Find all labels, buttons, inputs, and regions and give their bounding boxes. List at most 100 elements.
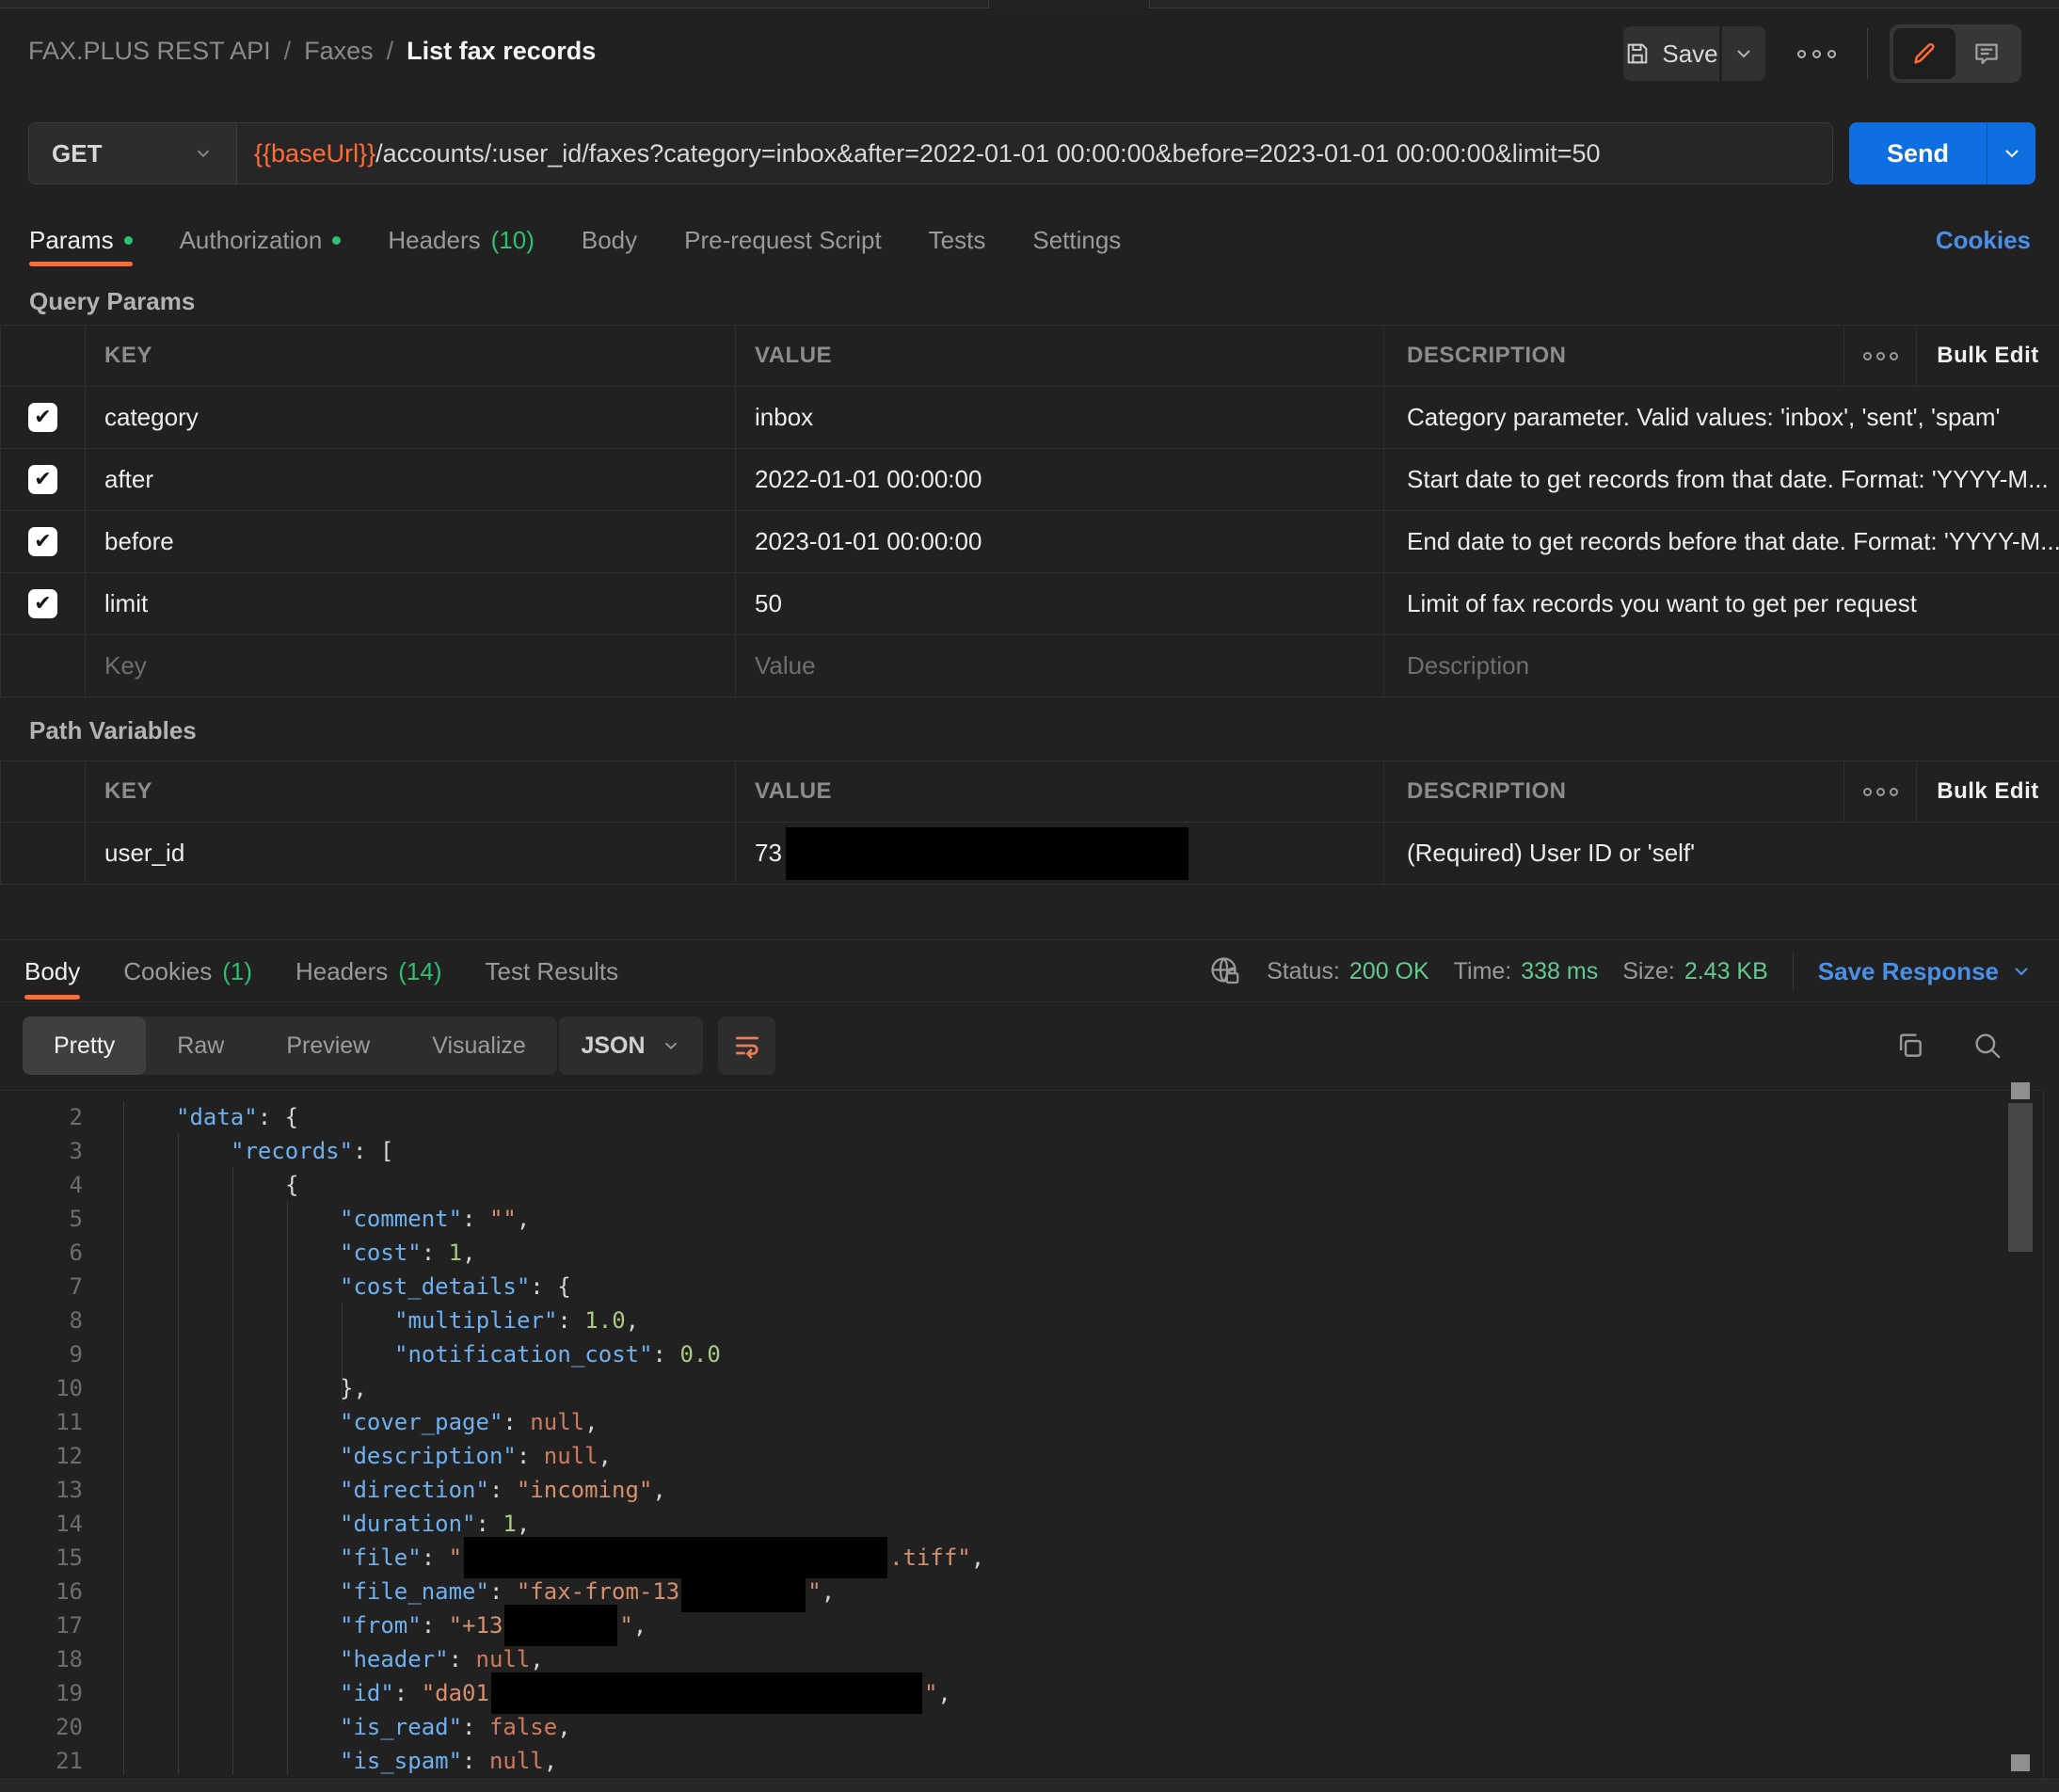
comments-button[interactable] bbox=[1955, 28, 2018, 79]
response-tab-test-results[interactable]: Test Results bbox=[486, 940, 619, 1002]
param-value-cell[interactable]: inbox bbox=[736, 387, 1384, 448]
breadcrumb-folder[interactable]: Faxes bbox=[304, 37, 374, 66]
tab-label: Tests bbox=[929, 226, 986, 255]
json-punctuation: , bbox=[971, 1544, 984, 1571]
send-button[interactable]: Send bbox=[1849, 122, 1987, 184]
code-line: 5"comment": "", bbox=[0, 1202, 2042, 1236]
tab-settings[interactable]: Settings bbox=[1032, 211, 1121, 269]
line-content: "direction": "incoming", bbox=[121, 1477, 666, 1503]
pathvar-key-cell[interactable]: user_id bbox=[86, 823, 736, 884]
json-keyword: false bbox=[489, 1714, 557, 1740]
row-check-cell bbox=[1, 635, 86, 696]
redaction-box bbox=[504, 1605, 617, 1646]
size-label: Size: bbox=[1622, 958, 1675, 985]
cookies-link[interactable]: Cookies bbox=[1936, 211, 2031, 269]
tab-body[interactable]: Body bbox=[582, 211, 637, 269]
query-params-header-row: KEY VALUE DESCRIPTION Bulk Edit bbox=[0, 326, 2059, 387]
wrap-text-button[interactable] bbox=[718, 1016, 775, 1075]
bulk-edit-button[interactable]: Bulk Edit bbox=[1917, 761, 2059, 822]
param-value-cell[interactable]: Value bbox=[736, 635, 1384, 696]
line-content: "cost": 1, bbox=[121, 1240, 476, 1266]
size-pair: Size: 2.43 KB bbox=[1622, 958, 1768, 985]
edit-mode-button[interactable] bbox=[1893, 28, 1955, 79]
param-checkbox[interactable]: ✔ bbox=[28, 527, 57, 556]
json-punctuation: , bbox=[599, 1443, 612, 1469]
more-actions-button[interactable] bbox=[1786, 38, 1846, 70]
save-options-button[interactable] bbox=[1722, 26, 1765, 81]
method-select[interactable]: GET bbox=[29, 123, 237, 184]
time-value[interactable]: 338 ms bbox=[1521, 958, 1598, 985]
json-key: "id" bbox=[340, 1680, 394, 1706]
url-input[interactable]: {{baseUrl}}/accounts/:user_id/faxes?cate… bbox=[237, 123, 1832, 184]
save-button[interactable]: Save bbox=[1623, 26, 1719, 81]
json-string: " bbox=[807, 1578, 821, 1605]
mode-toggle-group bbox=[1890, 24, 2021, 83]
save-icon bbox=[1624, 40, 1651, 67]
pathvar-description-cell[interactable]: (Required) User ID or 'self' bbox=[1384, 823, 2059, 884]
param-value-cell[interactable]: 50 bbox=[736, 573, 1384, 634]
breadcrumb-collection[interactable]: FAX.PLUS REST API bbox=[28, 37, 271, 66]
code-line: 18"header": null, bbox=[0, 1642, 2042, 1676]
scroll-marker-top[interactable] bbox=[2011, 1082, 2030, 1099]
param-description-cell[interactable]: End date to get records before that date… bbox=[1384, 511, 2059, 572]
search-icon bbox=[1971, 1030, 2003, 1062]
time-label: Time: bbox=[1454, 958, 1512, 985]
tab-count: (14) bbox=[398, 957, 441, 986]
response-tab-cookies[interactable]: Cookies(1) bbox=[123, 940, 252, 1002]
code-line: 14"duration": 1, bbox=[0, 1507, 2042, 1541]
response-meta: Status: 200 OK Time: 338 ms Size: 2.43 K… bbox=[1208, 940, 2033, 1002]
send-options-button[interactable] bbox=[1987, 122, 2035, 184]
tab-pre-request-script[interactable]: Pre-request Script bbox=[684, 211, 882, 269]
tab-params[interactable]: Params bbox=[29, 211, 133, 269]
param-description-cell[interactable]: Limit of fax records you want to get per… bbox=[1384, 573, 2059, 634]
param-key-cell[interactable]: Key bbox=[86, 635, 736, 696]
scroll-marker-bottom[interactable] bbox=[2011, 1754, 2030, 1771]
indent-guide bbox=[178, 1133, 179, 1775]
param-value-cell[interactable]: 2022-01-01 00:00:00 bbox=[736, 449, 1384, 510]
response-tab-headers[interactable]: Headers(14) bbox=[295, 940, 442, 1002]
view-tab-preview[interactable]: Preview bbox=[255, 1016, 401, 1075]
param-checkbox[interactable]: ✔ bbox=[28, 403, 57, 432]
row-check-cell: ✔ bbox=[1, 573, 86, 634]
json-punctuation: { bbox=[285, 1172, 298, 1198]
param-checkbox[interactable]: ✔ bbox=[28, 589, 57, 618]
param-description-cell[interactable]: Description bbox=[1384, 635, 2059, 696]
view-tab-visualize[interactable]: Visualize bbox=[401, 1016, 557, 1075]
json-punctuation: , bbox=[652, 1477, 665, 1503]
param-key-cell[interactable]: limit bbox=[86, 573, 736, 634]
json-punctuation: }, bbox=[340, 1375, 367, 1401]
tab-tests[interactable]: Tests bbox=[929, 211, 986, 269]
horizontal-scrollbar-track[interactable] bbox=[0, 1779, 2059, 1792]
response-format-select[interactable]: JSON bbox=[559, 1016, 703, 1075]
param-key-cell[interactable]: category bbox=[86, 387, 736, 448]
view-tab-raw[interactable]: Raw bbox=[146, 1016, 255, 1075]
save-response-button[interactable]: Save Response bbox=[1818, 957, 2033, 986]
tab-authorization[interactable]: Authorization bbox=[180, 211, 342, 269]
row-check-cell: ✔ bbox=[1, 511, 86, 572]
json-string: " bbox=[619, 1612, 632, 1639]
json-string: "+13 bbox=[449, 1612, 503, 1639]
copy-response-button[interactable] bbox=[1890, 1025, 1931, 1066]
globe-lock-icon[interactable] bbox=[1208, 954, 1242, 988]
param-key-cell[interactable]: after bbox=[86, 449, 736, 510]
response-tab-body[interactable]: Body bbox=[24, 940, 80, 1002]
status-value[interactable]: 200 OK bbox=[1349, 958, 1429, 985]
code-line: 19"id": "da01", bbox=[0, 1676, 2042, 1710]
vertical-scrollbar-thumb[interactable] bbox=[2008, 1103, 2033, 1252]
bulk-edit-button[interactable]: Bulk Edit bbox=[1917, 326, 2059, 386]
size-value[interactable]: 2.43 KB bbox=[1684, 958, 1768, 985]
param-checkbox[interactable]: ✔ bbox=[28, 465, 57, 494]
param-value-cell[interactable]: 2023-01-01 00:00:00 bbox=[736, 511, 1384, 572]
line-content: }, bbox=[121, 1375, 367, 1401]
view-tab-pretty[interactable]: Pretty bbox=[23, 1016, 146, 1075]
param-description-cell[interactable]: Start date to get records from that date… bbox=[1384, 449, 2059, 510]
line-content: "records": [ bbox=[121, 1138, 393, 1164]
tab-headers[interactable]: Headers(10) bbox=[388, 211, 535, 269]
search-response-button[interactable] bbox=[1967, 1025, 2008, 1066]
params-more-options-button[interactable] bbox=[1844, 326, 1917, 386]
param-key-cell[interactable]: before bbox=[86, 511, 736, 572]
path-vars-more-options-button[interactable] bbox=[1844, 761, 1917, 822]
json-string: .tiff" bbox=[889, 1544, 971, 1571]
pathvar-value-cell[interactable]: 73 bbox=[736, 823, 1384, 884]
param-description-cell[interactable]: Category parameter. Valid values: 'inbox… bbox=[1384, 387, 2059, 448]
